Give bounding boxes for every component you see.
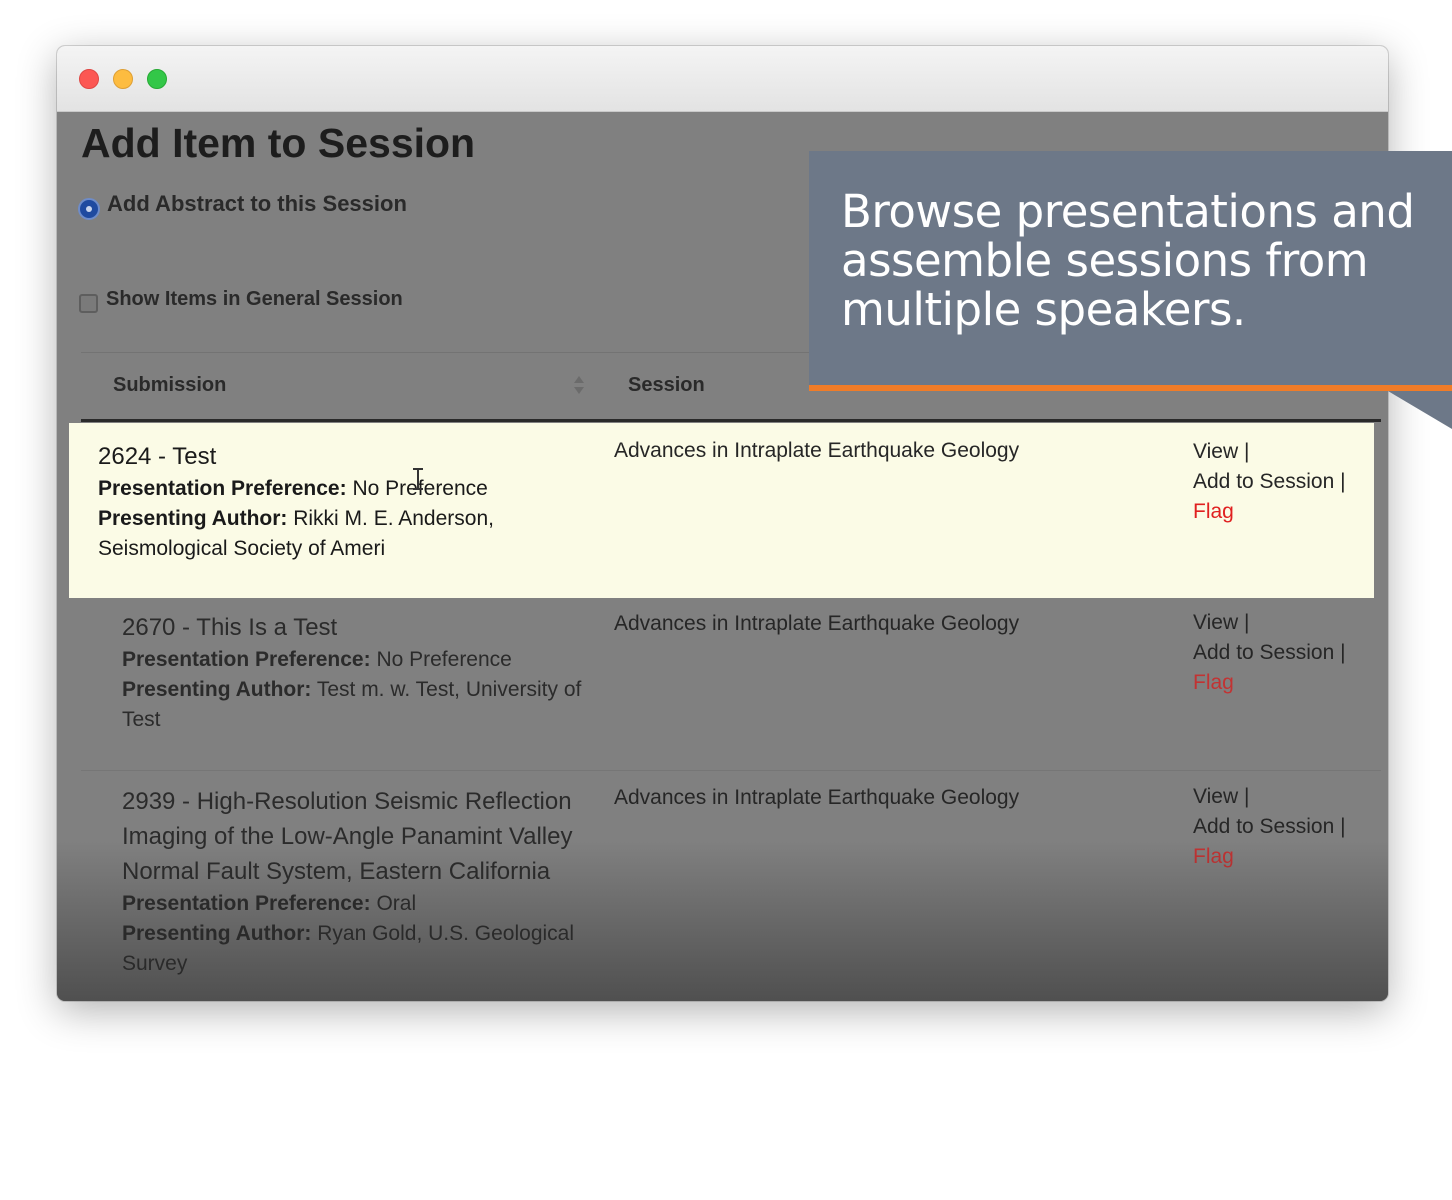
show-general-session-checkbox[interactable] — [79, 294, 98, 313]
presenting-author: Presenting Author: Ryan Gold, U.S. Geolo… — [122, 919, 597, 979]
feature-callout: Browse presentations and assemble sessio… — [809, 151, 1452, 385]
callout-pointer — [1388, 391, 1452, 429]
submission-cell: 2939 - High-Resolution Seismic Reflectio… — [122, 784, 597, 979]
table-row[interactable]: 2624 - Test Presentation Preference: No … — [69, 423, 1374, 598]
header-rule — [81, 419, 1381, 422]
flag-link[interactable]: Flag — [1193, 497, 1346, 527]
close-window-button[interactable] — [79, 69, 99, 89]
session-cell: Advances in Intraplate Earthquake Geolog… — [614, 786, 1020, 809]
add-to-session-link[interactable]: Add to Session | — [1193, 638, 1346, 668]
submission-title: 2939 - High-Resolution Seismic Reflectio… — [122, 788, 573, 885]
presenting-author: Presenting Author: Test m. w. Test, Univ… — [122, 675, 597, 735]
add-abstract-label[interactable]: Add Abstract to this Session — [107, 191, 407, 217]
add-to-session-link[interactable]: Add to Session | — [1193, 812, 1346, 842]
add-abstract-option[interactable]: Add Abstract to this Session — [78, 188, 407, 220]
show-general-session-label[interactable]: Show Items in General Session — [106, 288, 403, 311]
table-row[interactable]: 2939 - High-Resolution Seismic Reflectio… — [81, 772, 1381, 1001]
view-link[interactable]: View | — [1193, 782, 1346, 812]
table-row[interactable]: 2670 - This Is a Test Presentation Prefe… — [81, 598, 1381, 770]
author-label: Presenting Author: — [98, 507, 288, 530]
radio-selected-icon[interactable] — [78, 198, 100, 220]
presentation-preference: Presentation Preference: No Preference — [98, 474, 573, 504]
submission-title: 2670 - This Is a Test — [122, 614, 338, 641]
author-label: Presenting Author: — [122, 922, 312, 945]
action-cell: View | Add to Session | Flag — [1193, 782, 1346, 872]
preference-label: Presentation Preference: — [122, 892, 371, 915]
view-link[interactable]: View | — [1193, 608, 1346, 638]
presenting-author: Presenting Author: Rikki M. E. Anderson,… — [98, 504, 573, 564]
view-link[interactable]: View | — [1193, 437, 1346, 467]
callout-accent-bar — [809, 385, 1452, 391]
submission-title: 2624 - Test — [98, 443, 217, 470]
column-header-submission[interactable]: Submission — [113, 374, 226, 397]
row-divider — [81, 770, 1381, 771]
show-general-session-option[interactable]: Show Items in General Session — [79, 286, 403, 313]
add-to-session-link[interactable]: Add to Session | — [1193, 467, 1346, 497]
sort-icon[interactable] — [573, 374, 585, 398]
page-title: Add Item to Session — [81, 120, 476, 166]
session-cell: Advances in Intraplate Earthquake Geolog… — [614, 439, 1020, 462]
preference-label: Presentation Preference: — [98, 477, 347, 500]
session-cell: Advances in Intraplate Earthquake Geolog… — [614, 612, 1020, 635]
zoom-window-button[interactable] — [147, 69, 167, 89]
column-header-session[interactable]: Session — [628, 374, 705, 397]
preference-value: No Preference — [370, 648, 512, 671]
flag-link[interactable]: Flag — [1193, 842, 1346, 872]
preference-label: Presentation Preference: — [122, 648, 371, 671]
preference-value: Oral — [370, 892, 417, 915]
submission-cell: 2624 - Test Presentation Preference: No … — [98, 439, 573, 564]
presentation-preference: Presentation Preference: No Preference — [122, 645, 597, 675]
window-titlebar — [57, 46, 1388, 112]
action-cell: View | Add to Session | Flag — [1193, 608, 1346, 698]
flag-link[interactable]: Flag — [1193, 668, 1346, 698]
author-label: Presenting Author: — [122, 678, 312, 701]
minimize-window-button[interactable] — [113, 69, 133, 89]
action-cell: View | Add to Session | Flag — [1193, 437, 1346, 527]
presentation-preference: Presentation Preference: Oral — [122, 889, 597, 919]
text-cursor-icon — [413, 468, 423, 490]
submission-cell: 2670 - This Is a Test Presentation Prefe… — [122, 610, 597, 735]
callout-text: Browse presentations and assemble sessio… — [841, 185, 1415, 336]
